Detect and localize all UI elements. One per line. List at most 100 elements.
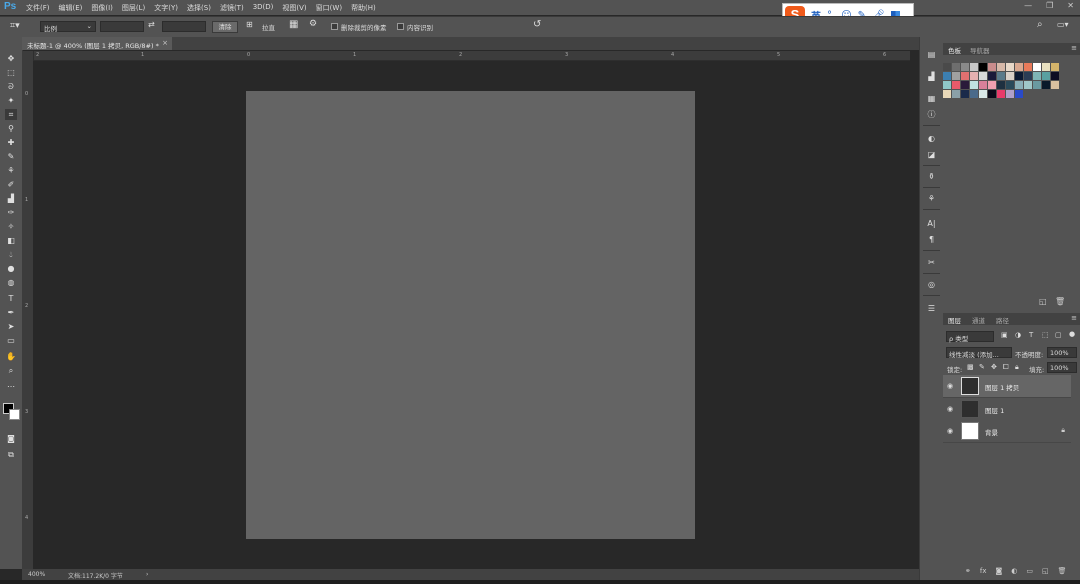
lasso-tool-icon[interactable]: ᘐ — [5, 81, 17, 92]
color-swatch[interactable] — [1006, 63, 1014, 71]
visibility-eye-icon[interactable]: ◉ — [947, 427, 953, 435]
tab-layers[interactable]: 图层 — [948, 315, 961, 325]
menu-edit[interactable]: 编辑(E) — [59, 3, 83, 13]
panel-menu-icon[interactable]: ≡ — [1071, 44, 1077, 52]
adjustment-layer-icon[interactable]: ◐ — [1011, 567, 1017, 580]
new-layer-icon[interactable]: ◱ — [1042, 567, 1049, 580]
color-swatch[interactable] — [961, 90, 969, 98]
color-swatch[interactable] — [1015, 90, 1023, 98]
filter-shape-icon[interactable]: ⬚ — [1042, 331, 1049, 339]
menu-3d[interactable]: 3D(D) — [253, 3, 274, 13]
color-swatch[interactable] — [943, 72, 951, 80]
height-field[interactable] — [162, 21, 206, 32]
color-swatch[interactable] — [997, 72, 1005, 80]
color-swatch[interactable] — [970, 90, 978, 98]
color-swatch[interactable] — [1006, 81, 1014, 89]
type-tool-icon[interactable]: T — [5, 293, 17, 304]
color-swatch[interactable] — [1033, 81, 1041, 89]
quick-mask-icon[interactable]: ◙ — [5, 433, 17, 444]
3d-panel-icon[interactable]: ◎ — [925, 279, 938, 291]
delete-layer-icon[interactable]: 🗑︎ — [1058, 567, 1067, 580]
panel-menu-icon[interactable]: ≡ — [1071, 314, 1077, 322]
width-field[interactable] — [100, 21, 144, 32]
workspace-icon[interactable]: ▭▾ — [1057, 20, 1069, 29]
tab-channels[interactable]: 通道 — [972, 315, 985, 325]
overlay-grid-icon[interactable]: ▦ — [289, 19, 298, 30]
straighten-label[interactable]: 拉直 — [262, 22, 275, 32]
more-tools-icon[interactable]: ⋯ — [5, 381, 17, 392]
brush-tool-icon[interactable]: ✎ — [5, 151, 17, 162]
visibility-eye-icon[interactable]: ◉ — [947, 382, 953, 390]
color-swatch[interactable] — [1024, 72, 1032, 80]
hand-tool-icon[interactable]: ✋ — [5, 351, 17, 362]
gradient-tool-icon[interactable]: ◧ — [5, 235, 17, 246]
background-eraser-icon[interactable]: ✑ — [5, 207, 17, 218]
color-swatch[interactable] — [988, 81, 996, 89]
menu-help[interactable]: 帮助(H) — [351, 3, 376, 13]
layer-name[interactable]: 图层 1 — [985, 405, 1004, 415]
color-swatch[interactable] — [1042, 63, 1050, 71]
color-swatch[interactable] — [943, 63, 951, 71]
new-swatch-icon[interactable]: ◱ — [1039, 297, 1047, 306]
color-swatch[interactable] — [1051, 72, 1059, 80]
color-swatch[interactable] — [952, 81, 960, 89]
zoom-tool-icon[interactable]: ⌕ — [5, 365, 17, 376]
crop-tool-icon[interactable]: ⌗ — [5, 109, 17, 120]
adjustments-panel-icon[interactable]: ◐ — [925, 133, 938, 145]
color-swatch[interactable] — [952, 72, 960, 80]
fill-field[interactable]: 100% — [1047, 362, 1077, 373]
screen-mode-icon[interactable]: ⧉ — [5, 449, 17, 460]
opacity-field[interactable]: 100% — [1047, 347, 1077, 358]
lock-position-icon[interactable]: ✥ — [991, 363, 997, 371]
history-panel-icon[interactable]: ▤ — [925, 49, 938, 61]
path-select-tool-icon[interactable]: ➤ — [5, 321, 17, 332]
color-swatch[interactable] — [961, 81, 969, 89]
menu-file[interactable]: 文件(F) — [26, 3, 50, 13]
filter-smart-object-icon[interactable]: ▢ — [1055, 331, 1062, 339]
close-tab-button[interactable]: × — [162, 39, 168, 47]
character-panel-icon[interactable]: A| — [925, 218, 938, 230]
color-swatch[interactable] — [943, 90, 951, 98]
history-brush-tool-icon[interactable]: ✐ — [5, 179, 17, 190]
rectangle-tool-icon[interactable]: ▭ — [5, 335, 17, 346]
color-swatch[interactable] — [1042, 72, 1050, 80]
lock-artboard-icon[interactable]: ⧠ — [1003, 363, 1009, 372]
delete-cropped-checkbox[interactable] — [331, 23, 338, 30]
color-swatch[interactable] — [961, 72, 969, 80]
color-swatch[interactable] — [970, 72, 978, 80]
color-swatch[interactable] — [1015, 81, 1023, 89]
menu-window[interactable]: 窗口(W) — [316, 3, 342, 13]
color-swatch[interactable] — [1042, 81, 1050, 89]
color-swatch[interactable] — [1033, 63, 1041, 71]
brush-panel-icon[interactable]: ⚱ — [925, 171, 938, 183]
filter-toggle-icon[interactable]: ● — [1069, 330, 1075, 338]
color-swatch[interactable] — [979, 81, 987, 89]
color-swatch[interactable] — [997, 63, 1005, 71]
color-swatch[interactable] — [1024, 81, 1032, 89]
color-swatch[interactable] — [1051, 81, 1059, 89]
layer-row[interactable]: ◉ 图层 1 拷贝 — [943, 375, 1071, 398]
marquee-tool-icon[interactable]: ⬚ — [5, 67, 17, 78]
document-canvas[interactable] — [246, 91, 695, 539]
color-swatch[interactable] — [1015, 72, 1023, 80]
tab-navigator[interactable]: 导航器 — [970, 45, 990, 55]
layer-row[interactable]: ◉ 图层 1 — [943, 398, 1071, 421]
ratio-select[interactable]: 比例 ⌄ — [40, 21, 96, 33]
color-swatch[interactable] — [997, 90, 1005, 98]
lock-transparent-icon[interactable]: ▩ — [967, 363, 974, 371]
link-layers-icon[interactable]: ⚭ — [965, 567, 971, 580]
color-swatch[interactable] — [952, 63, 960, 71]
search-icon[interactable]: ⌕ — [1037, 19, 1043, 30]
tab-swatches[interactable]: 色板 — [948, 45, 961, 55]
filter-adjustment-icon[interactable]: ◑ — [1015, 331, 1021, 339]
color-swatch[interactable] — [1006, 72, 1014, 80]
magic-eraser-icon[interactable]: ✧ — [5, 221, 17, 232]
color-swatch[interactable] — [1024, 63, 1032, 71]
color-swatch[interactable] — [1006, 90, 1014, 98]
gear-icon[interactable]: ⚙ — [309, 19, 317, 29]
trash-icon[interactable]: 🗑︎ — [1055, 297, 1065, 306]
move-tool-icon[interactable]: ✥ — [5, 53, 17, 64]
reset-icon[interactable]: ↺ — [533, 19, 541, 30]
minimize-button[interactable]: — — [1024, 1, 1032, 10]
filter-type-icon[interactable]: T — [1029, 331, 1033, 339]
